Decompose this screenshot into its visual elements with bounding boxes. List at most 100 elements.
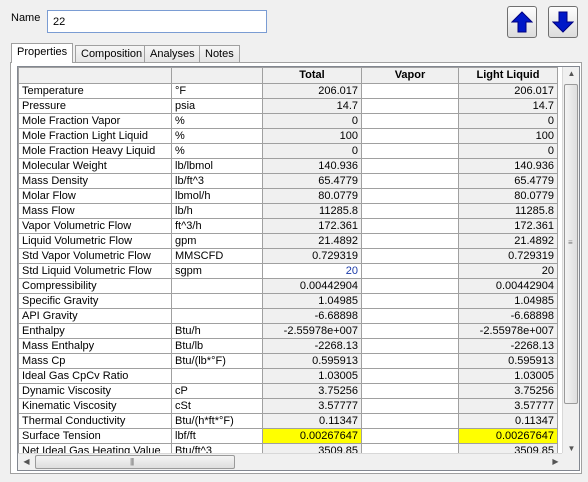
vapor-value-cell[interactable] <box>361 428 459 444</box>
vapor-value-cell[interactable] <box>361 383 459 399</box>
vapor-value-cell[interactable] <box>361 233 459 249</box>
unit-cell[interactable] <box>171 278 263 294</box>
light-liquid-value-cell[interactable]: -2268.13 <box>458 338 558 354</box>
total-value-cell[interactable]: 65.4779 <box>262 173 362 189</box>
vapor-value-cell[interactable] <box>361 308 459 324</box>
vapor-value-cell[interactable] <box>361 98 459 114</box>
total-value-cell[interactable]: 0.11347 <box>262 413 362 429</box>
unit-cell[interactable]: Btu/h <box>171 323 263 339</box>
total-value-cell[interactable]: 172.361 <box>262 218 362 234</box>
vapor-value-cell[interactable] <box>361 338 459 354</box>
scroll-right-icon[interactable]: ▶ <box>548 457 563 466</box>
vapor-value-cell[interactable] <box>361 143 459 159</box>
total-value-cell[interactable]: 3.57777 <box>262 398 362 414</box>
vertical-scrollbar[interactable]: ▲ ≡ ▼ <box>562 67 579 455</box>
vapor-value-cell[interactable] <box>361 413 459 429</box>
light-liquid-value-cell[interactable]: 206.017 <box>458 83 558 99</box>
total-value-cell[interactable]: 0.00267647 <box>262 428 362 444</box>
light-liquid-value-cell[interactable]: 20 <box>458 263 558 279</box>
unit-cell[interactable]: % <box>171 113 263 129</box>
unit-cell[interactable]: Btu/(h*ft*°F) <box>171 413 263 429</box>
light-liquid-value-cell[interactable]: -6.68898 <box>458 308 558 324</box>
vapor-value-cell[interactable] <box>361 188 459 204</box>
vapor-value-cell[interactable] <box>361 83 459 99</box>
vertical-scroll-thumb[interactable]: ≡ <box>564 84 578 404</box>
vapor-value-cell[interactable] <box>361 368 459 384</box>
total-value-cell[interactable]: 3.75256 <box>262 383 362 399</box>
column-header-vapor[interactable]: Vapor <box>361 67 459 84</box>
vapor-value-cell[interactable] <box>361 203 459 219</box>
unit-cell[interactable]: lbmol/h <box>171 188 263 204</box>
light-liquid-value-cell[interactable]: 0.00267647 <box>458 428 558 444</box>
light-liquid-value-cell[interactable]: 1.04985 <box>458 293 558 309</box>
vapor-value-cell[interactable] <box>361 323 459 339</box>
scroll-left-icon[interactable]: ◀ <box>19 457 34 466</box>
total-value-cell[interactable]: 21.4892 <box>262 233 362 249</box>
unit-cell[interactable]: Btu/(lb*°F) <box>171 353 263 369</box>
light-liquid-value-cell[interactable]: 3.75256 <box>458 383 558 399</box>
unit-cell[interactable]: lb/h <box>171 203 263 219</box>
tab-properties[interactable]: Properties <box>11 43 74 63</box>
light-liquid-value-cell[interactable]: 21.4892 <box>458 233 558 249</box>
total-value-cell[interactable]: 0.729319 <box>262 248 362 264</box>
unit-cell[interactable]: MMSCFD <box>171 248 263 264</box>
unit-cell[interactable]: % <box>171 128 263 144</box>
unit-cell[interactable]: cP <box>171 383 263 399</box>
total-value-cell[interactable]: 206.017 <box>262 83 362 99</box>
total-value-cell[interactable]: 1.04985 <box>262 293 362 309</box>
unit-cell[interactable]: ft^3/h <box>171 218 263 234</box>
light-liquid-value-cell[interactable]: 0.00442904 <box>458 278 558 294</box>
total-value-cell[interactable]: 1.03005 <box>262 368 362 384</box>
horizontal-scrollbar[interactable]: ◀ ||| ▶ <box>18 453 564 470</box>
light-liquid-value-cell[interactable]: 100 <box>458 128 558 144</box>
light-liquid-value-cell[interactable]: 1.03005 <box>458 368 558 384</box>
unit-cell[interactable]: sgpm <box>171 263 263 279</box>
total-value-cell[interactable]: -2268.13 <box>262 338 362 354</box>
vapor-value-cell[interactable] <box>361 173 459 189</box>
scroll-up-icon[interactable]: ▲ <box>564 69 579 78</box>
total-value-cell[interactable]: -6.68898 <box>262 308 362 324</box>
total-value-cell[interactable]: 20 <box>262 263 362 279</box>
light-liquid-value-cell[interactable]: 0 <box>458 113 558 129</box>
move-up-button[interactable] <box>507 6 537 38</box>
light-liquid-value-cell[interactable]: 65.4779 <box>458 173 558 189</box>
light-liquid-value-cell[interactable]: 140.936 <box>458 158 558 174</box>
tab-composition[interactable]: Composition <box>75 45 149 63</box>
unit-cell[interactable]: psia <box>171 98 263 114</box>
light-liquid-value-cell[interactable]: 0.729319 <box>458 248 558 264</box>
unit-cell[interactable]: °F <box>171 83 263 99</box>
light-liquid-value-cell[interactable]: 0 <box>458 143 558 159</box>
light-liquid-value-cell[interactable]: 3.57777 <box>458 398 558 414</box>
unit-cell[interactable] <box>171 368 263 384</box>
vapor-value-cell[interactable] <box>361 113 459 129</box>
unit-cell[interactable]: gpm <box>171 233 263 249</box>
light-liquid-value-cell[interactable]: 80.0779 <box>458 188 558 204</box>
unit-cell[interactable]: lb/ft^3 <box>171 173 263 189</box>
tab-notes[interactable]: Notes <box>199 45 240 63</box>
total-value-cell[interactable]: 100 <box>262 128 362 144</box>
unit-cell[interactable]: lbf/ft <box>171 428 263 444</box>
move-down-button[interactable] <box>548 6 578 38</box>
column-header-light-liquid[interactable]: Light Liquid <box>458 67 558 84</box>
column-header-total[interactable]: Total <box>262 67 362 84</box>
name-field[interactable] <box>47 10 267 33</box>
total-value-cell[interactable]: 140.936 <box>262 158 362 174</box>
light-liquid-value-cell[interactable]: 0.595913 <box>458 353 558 369</box>
total-value-cell[interactable]: 80.0779 <box>262 188 362 204</box>
total-value-cell[interactable]: 0.595913 <box>262 353 362 369</box>
horizontal-scroll-thumb[interactable]: ||| <box>35 455 235 469</box>
total-value-cell[interactable]: -2.55978e+007 <box>262 323 362 339</box>
vapor-value-cell[interactable] <box>361 293 459 309</box>
unit-cell[interactable]: lb/lbmol <box>171 158 263 174</box>
total-value-cell[interactable]: 11285.8 <box>262 203 362 219</box>
vapor-value-cell[interactable] <box>361 218 459 234</box>
light-liquid-value-cell[interactable]: 11285.8 <box>458 203 558 219</box>
vapor-value-cell[interactable] <box>361 263 459 279</box>
total-value-cell[interactable]: 0 <box>262 143 362 159</box>
light-liquid-value-cell[interactable]: 172.361 <box>458 218 558 234</box>
unit-cell[interactable]: Btu/lb <box>171 338 263 354</box>
total-value-cell[interactable]: 0 <box>262 113 362 129</box>
vapor-value-cell[interactable] <box>361 278 459 294</box>
tab-analyses[interactable]: Analyses <box>144 45 201 63</box>
unit-cell[interactable]: % <box>171 143 263 159</box>
